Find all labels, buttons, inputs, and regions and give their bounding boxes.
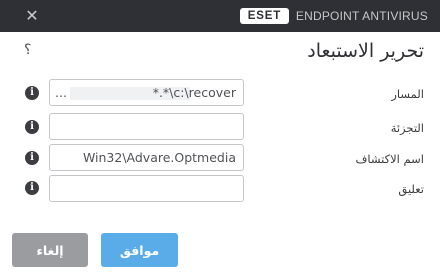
detection-name-value: Win32\Advare.Optmedia — [82, 150, 236, 165]
product-name: ENDPOINT ANTIVIRUS — [295, 9, 428, 23]
title-bar: ✕ ESET ENDPOINT ANTIVIRUS — [0, 0, 440, 32]
brand: ESET ENDPOINT ANTIVIRUS — [239, 7, 428, 25]
detection-name-field[interactable]: Win32\Advare.Optmedia — [49, 144, 244, 171]
close-icon[interactable]: ✕ — [21, 5, 43, 27]
comment-label: تعليق — [398, 182, 424, 196]
path-overflow: ... — [55, 85, 67, 100]
detection-name-label: اسم الاكتشاف — [355, 152, 424, 166]
path-field[interactable]: ... *.*\c:\recover — [49, 79, 244, 106]
help-icon[interactable]: ؟ — [24, 42, 31, 58]
hash-label: التجزئة — [390, 121, 424, 135]
detection-name-info-icon[interactable]: i — [25, 151, 39, 165]
path-value: *.*\c:\recover — [152, 85, 236, 100]
cancel-button[interactable]: إلغاء — [12, 233, 88, 267]
ok-button[interactable]: موافق — [101, 233, 178, 267]
hash-info-icon[interactable]: i — [25, 120, 39, 134]
hash-field[interactable] — [49, 113, 244, 140]
page-title: تحرير الاستبعاد — [307, 40, 424, 62]
path-label: المسار — [391, 87, 424, 101]
comment-field[interactable] — [49, 175, 244, 202]
path-info-icon[interactable]: i — [25, 86, 39, 100]
comment-info-icon[interactable]: i — [25, 181, 39, 195]
eset-logo: ESET — [239, 8, 289, 24]
